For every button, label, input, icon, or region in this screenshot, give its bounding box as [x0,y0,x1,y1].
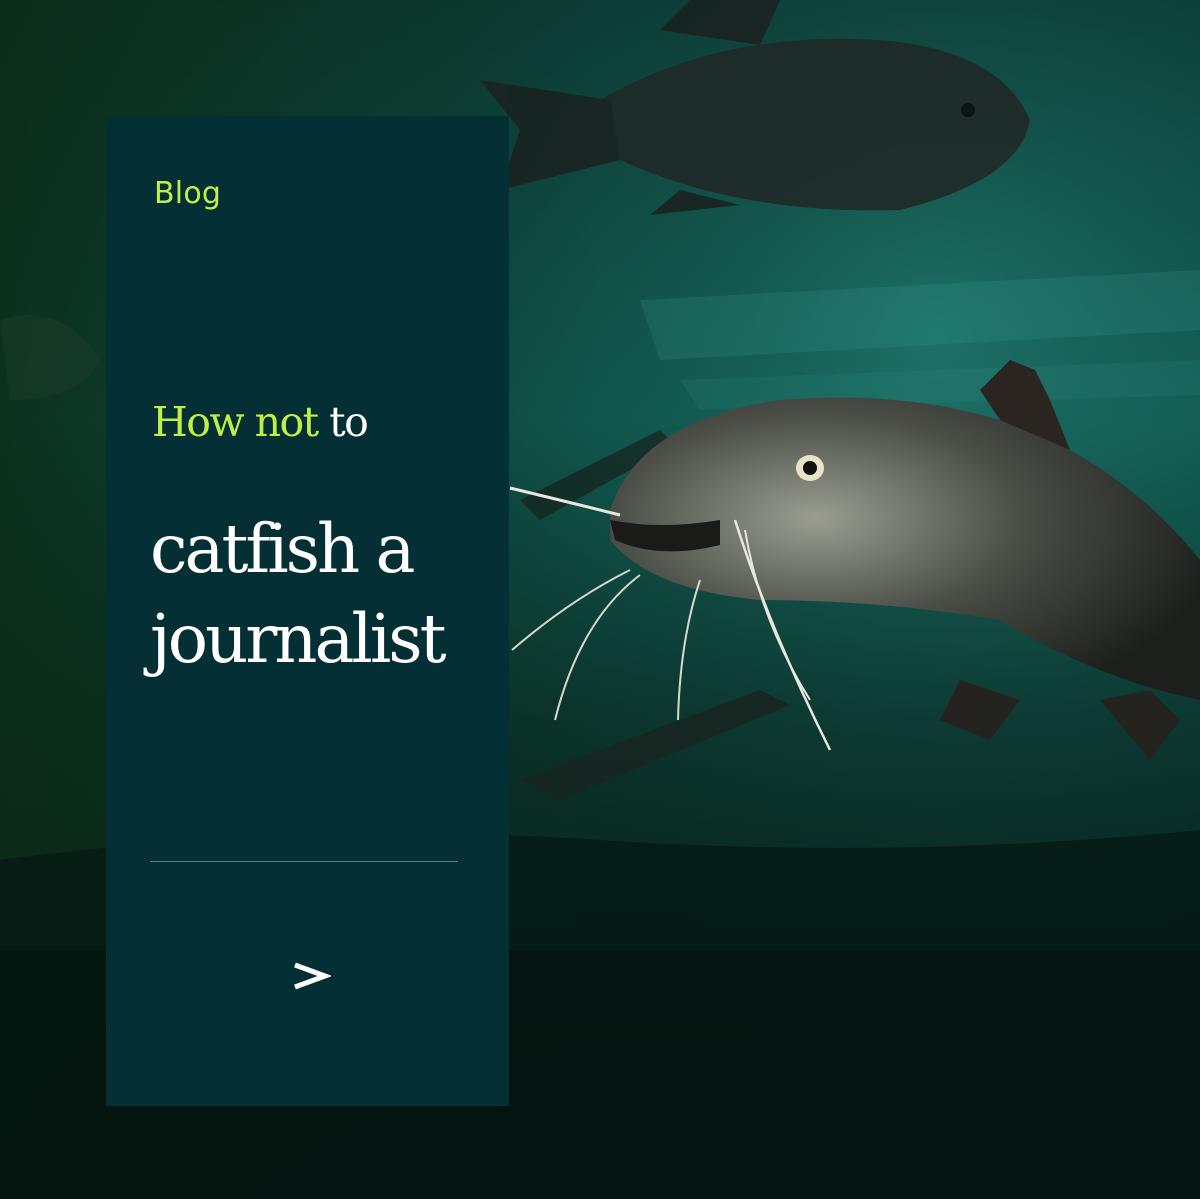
category-tag: Blog [154,176,222,211]
headline-kicker: How not to [152,398,369,446]
blog-card[interactable]: Blog How not to catfish a journalist [106,116,509,1106]
divider [150,861,458,862]
next-button[interactable] [276,946,346,1006]
chevron-right-icon [294,962,331,990]
kicker-rest: to [317,398,369,446]
kicker-accent: How not [152,398,319,446]
headline: catfish a journalist [150,510,447,678]
